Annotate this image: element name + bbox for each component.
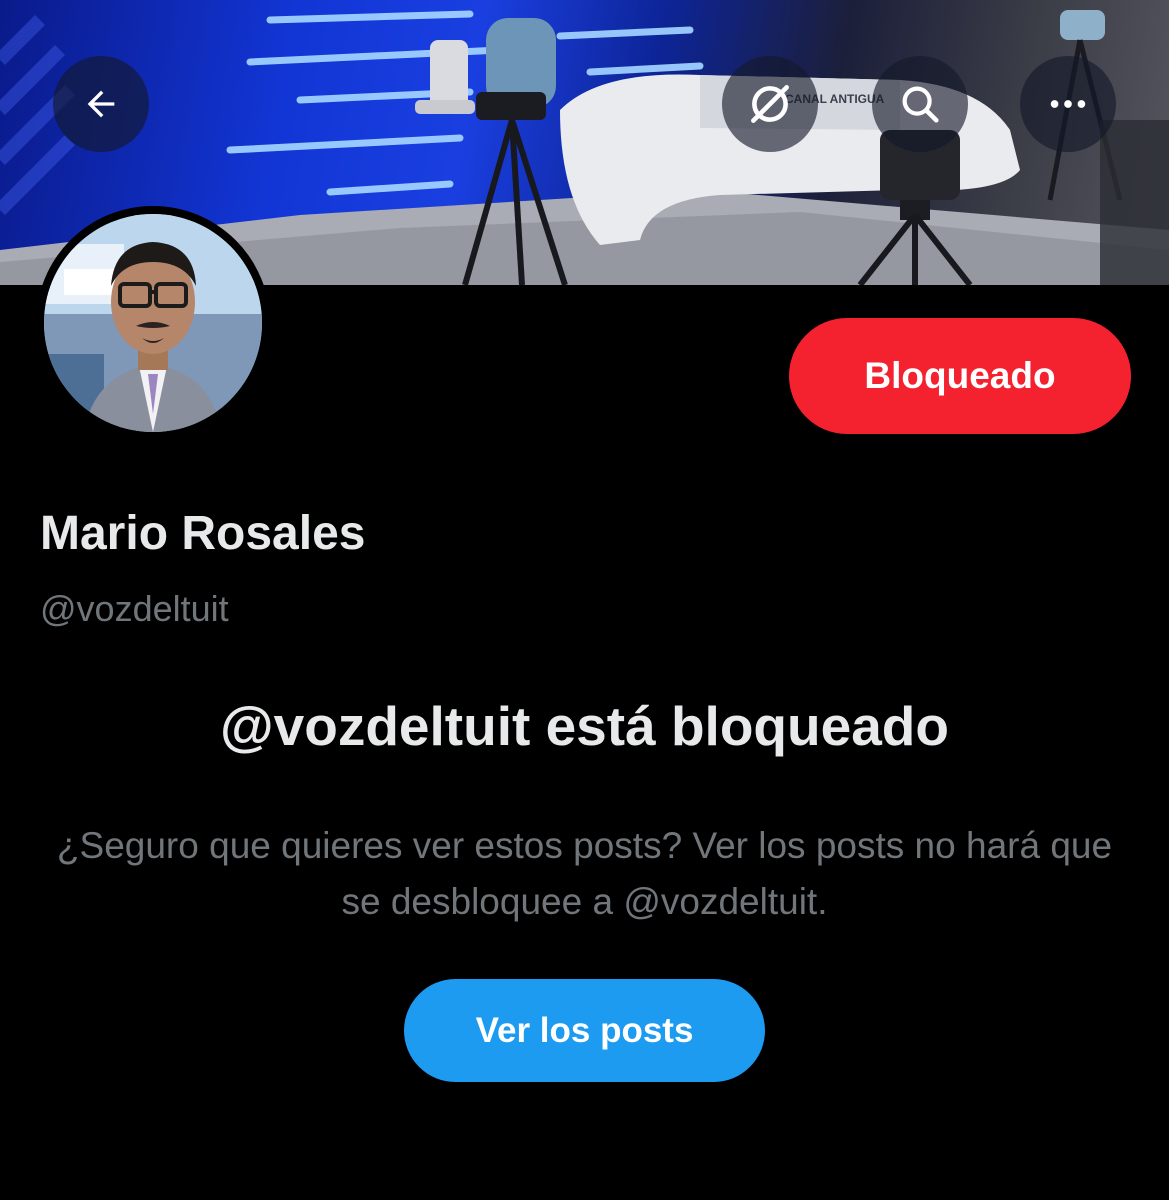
more-horizontal-icon xyxy=(1050,100,1086,108)
avatar-photo xyxy=(44,214,262,432)
search-icon xyxy=(902,86,939,123)
grok-button[interactable] xyxy=(722,56,818,152)
user-handle: @vozdeltuit xyxy=(40,588,229,629)
display-name: Mario Rosales xyxy=(40,507,366,560)
view-posts-button[interactable]: Ver los posts xyxy=(404,979,765,1082)
arrow-left-icon xyxy=(87,90,115,118)
blocked-notice-description: ¿Seguro que quieres ver estos posts? Ver… xyxy=(56,825,1113,922)
grok-icon xyxy=(751,85,789,123)
avatar[interactable] xyxy=(36,206,270,440)
blocked-button[interactable]: Bloqueado xyxy=(789,318,1131,434)
more-options-button[interactable] xyxy=(1020,56,1116,152)
blocked-notice-title: @vozdeltuit está bloqueado xyxy=(220,695,949,757)
back-button[interactable] xyxy=(53,56,149,152)
search-button[interactable] xyxy=(872,56,968,152)
